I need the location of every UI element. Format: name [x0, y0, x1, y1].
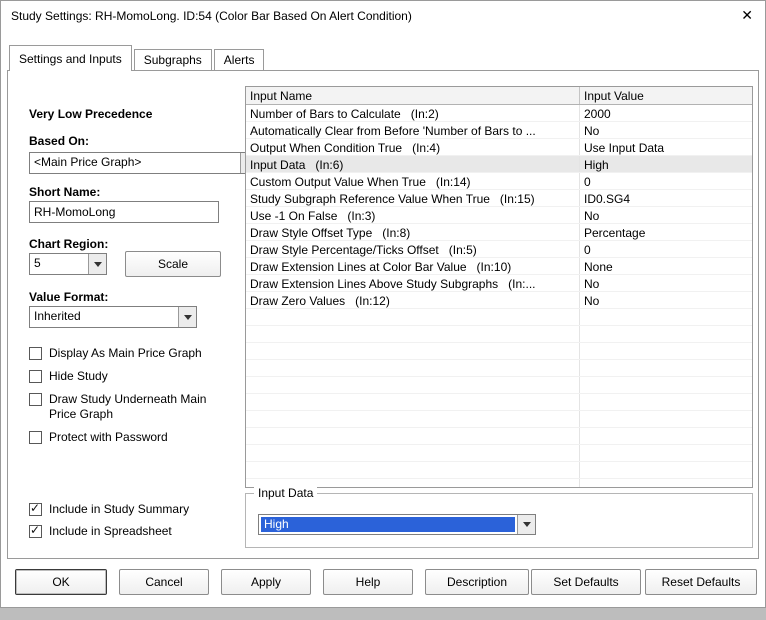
value-format-dropdown[interactable]: Inherited [29, 306, 197, 328]
table-row[interactable]: Draw Extension Lines at Color Bar Value … [246, 258, 752, 275]
checkbox-draw-study-underneath[interactable]: Draw Study Underneath Main Price Graph [29, 392, 209, 422]
table-row[interactable]: Draw Zero Values (In:12) No [246, 292, 752, 309]
table-row-empty [246, 428, 752, 445]
inputs-table: Input Name Input Value Number of Bars to… [245, 86, 753, 488]
checkbox-unchecked-icon [29, 370, 42, 383]
value-format-value: Inherited [34, 309, 81, 323]
column-header-input-value: Input Value [584, 89, 644, 103]
based-on-label: Based On: [29, 134, 90, 148]
cancel-button[interactable]: Cancel [119, 569, 209, 595]
table-row[interactable]: Number of Bars to Calculate (In:2) 2000 [246, 105, 752, 122]
chart-region-value: 5 [34, 256, 41, 270]
dropdown-arrow-icon [88, 254, 106, 274]
checkbox-unchecked-icon [29, 393, 42, 406]
tab-settings-and-inputs[interactable]: Settings and Inputs [9, 45, 132, 71]
inputs-table-header: Input Name Input Value [246, 87, 752, 105]
based-on-value: <Main Price Graph> [34, 155, 142, 169]
dropdown-arrow-icon [517, 515, 535, 534]
checkbox-hide-study[interactable]: Hide Study [29, 369, 108, 384]
table-row[interactable]: Draw Style Offset Type (In:8) Percentage [246, 224, 752, 241]
tab-subgraphs[interactable]: Subgraphs [133, 49, 212, 70]
value-format-label: Value Format: [29, 290, 109, 304]
input-data-group-title: Input Data [254, 486, 318, 500]
checkbox-unchecked-icon [29, 431, 42, 444]
table-row-empty [246, 462, 752, 479]
help-button[interactable]: Help [323, 569, 413, 595]
table-row-selected[interactable]: Input Data (In:6) High [246, 156, 752, 173]
table-row-empty [246, 394, 752, 411]
short-name-label: Short Name: [29, 185, 101, 199]
table-row[interactable]: Draw Style Percentage/Ticks Offset (In:5… [246, 241, 752, 258]
reset-defaults-button[interactable]: Reset Defaults [645, 569, 757, 595]
precedence-label: Very Low Precedence [29, 107, 153, 121]
table-row-empty [246, 309, 752, 326]
based-on-dropdown[interactable]: <Main Price Graph> [29, 152, 259, 174]
study-settings-dialog: Study Settings: RH-MomoLong. ID:54 (Colo… [0, 0, 766, 608]
checkbox-checked-icon: ✓ [29, 501, 42, 516]
set-defaults-button[interactable]: Set Defaults [531, 569, 641, 595]
short-name-input[interactable] [29, 201, 219, 223]
description-button[interactable]: Description [425, 569, 529, 595]
table-row[interactable]: Automatically Clear from Before 'Number … [246, 122, 752, 139]
ok-button[interactable]: OK [15, 569, 107, 595]
table-row-empty [246, 360, 752, 377]
apply-button[interactable]: Apply [221, 569, 311, 595]
input-data-selected-value: High [261, 517, 515, 532]
table-row[interactable]: Draw Extension Lines Above Study Subgrap… [246, 275, 752, 292]
chart-region-dropdown[interactable]: 5 [29, 253, 107, 275]
dropdown-arrow-icon [178, 307, 196, 327]
table-row-empty [246, 479, 752, 487]
chart-region-label: Chart Region: [29, 237, 109, 251]
table-row-empty [246, 343, 752, 360]
table-row[interactable]: Custom Output Value When True (In:14) 0 [246, 173, 752, 190]
checkbox-protect-with-password[interactable]: Protect with Password [29, 430, 168, 445]
table-row[interactable]: Use -1 On False (In:3) No [246, 207, 752, 224]
table-row[interactable]: Output When Condition True (In:4) Use In… [246, 139, 752, 156]
window-title: Study Settings: RH-MomoLong. ID:54 (Colo… [11, 9, 412, 23]
title-bar: Study Settings: RH-MomoLong. ID:54 (Colo… [1, 1, 765, 31]
checkbox-include-in-study-summary[interactable]: ✓ Include in Study Summary [29, 502, 189, 517]
checkbox-display-as-main-price-graph[interactable]: Display As Main Price Graph [29, 346, 202, 361]
table-row[interactable]: Study Subgraph Reference Value When True… [246, 190, 752, 207]
table-row-empty [246, 377, 752, 394]
table-row-empty [246, 411, 752, 428]
table-row-empty [246, 445, 752, 462]
input-data-dropdown[interactable]: High [258, 514, 536, 535]
close-icon[interactable]: ✕ [741, 7, 753, 23]
checkbox-unchecked-icon [29, 347, 42, 360]
column-header-input-name: Input Name [246, 87, 580, 104]
checkbox-checked-icon: ✓ [29, 523, 42, 538]
table-row-empty [246, 326, 752, 343]
checkbox-include-in-spreadsheet[interactable]: ✓ Include in Spreadsheet [29, 524, 172, 539]
input-data-group: Input Data High [245, 486, 753, 548]
tab-strip: Settings and Inputs Subgraphs Alerts [9, 45, 266, 71]
tab-alerts[interactable]: Alerts [213, 49, 265, 70]
scale-button[interactable]: Scale [125, 251, 221, 277]
